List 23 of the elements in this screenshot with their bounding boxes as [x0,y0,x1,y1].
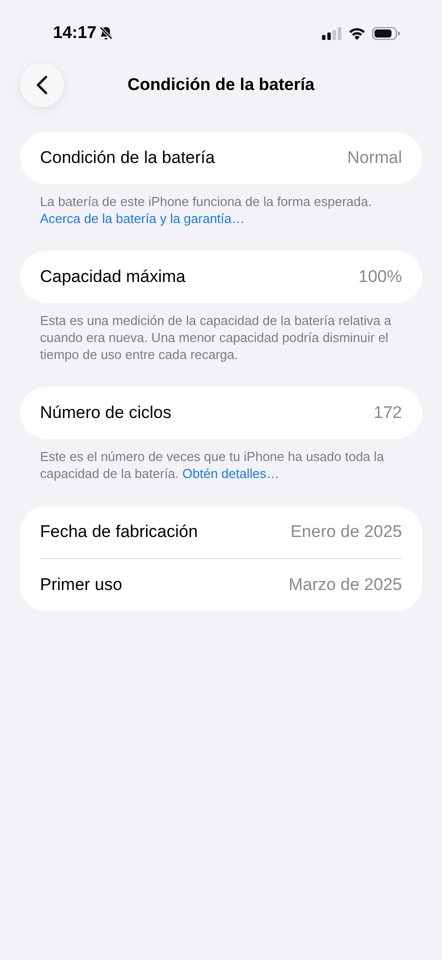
footnote: Este es el número de veces que tu iPhone ha usado toda la capacidad de la batería. Obtén detalles… [40,448,386,482]
page-title: Condición de la batería [127,75,315,95]
footnote: La batería de este iPhone funciona de la forma esperada. Acerca de la batería y la garantía… [40,193,373,227]
battery-icon [372,26,400,40]
back-button[interactable] [20,63,64,107]
row-value: 172 [374,403,402,423]
row-label: Primer uso [40,575,122,595]
row-label: Capacidad máxima [40,267,186,287]
row-value: Normal [347,148,402,168]
row-label: Condición de la batería [40,148,215,168]
muted-bell-icon [98,25,114,41]
signal-icon [322,26,342,40]
row-value: 100% [358,267,402,287]
back-chevron-icon [36,75,48,95]
link[interactable]: Acerca de la batería y la garantía… [40,211,245,226]
status-time: 14:17 [53,23,96,43]
row-label: Número de ciclos [40,403,172,423]
row-value: Enero de 2025 [290,522,402,542]
row-value: Marzo de 2025 [288,575,402,595]
wifi-icon [348,26,366,40]
link[interactable]: Obtén detalles… [182,466,280,481]
row-label: Fecha de fabricación [40,522,198,542]
footnote: Esta es una medición de la capacidad de la batería relativa a cuando era nueva. Una menor capacidad podría disminuir el tiempo de uso entre cada recarga. [40,312,392,363]
